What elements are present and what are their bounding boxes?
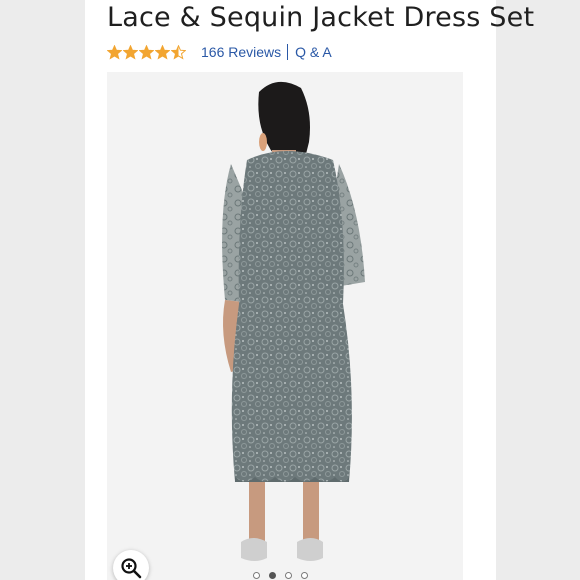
model-photo: [222, 81, 365, 561]
product-image[interactable]: [107, 72, 463, 580]
star-icon: [171, 44, 186, 59]
carousel-dots: [253, 572, 317, 579]
carousel-dot[interactable]: [301, 572, 308, 579]
star-icon: [155, 44, 170, 59]
star-icon: [123, 44, 138, 59]
carousel-dot[interactable]: [253, 572, 260, 579]
carousel-dot[interactable]: [285, 572, 292, 579]
product-title: Lace & Sequin Jacket Dress Set: [107, 2, 535, 33]
divider: [287, 44, 289, 60]
carousel-dot[interactable]: [269, 572, 276, 579]
qa-link[interactable]: Q & A: [295, 44, 332, 60]
rating-row: 166 Reviews Q & A: [107, 42, 332, 62]
star-icon: [139, 44, 154, 59]
reviews-link[interactable]: 166 Reviews: [201, 44, 281, 60]
star-rating[interactable]: [107, 44, 187, 60]
zoom-in-icon: [121, 558, 142, 579]
zoom-button[interactable]: [113, 550, 149, 580]
product-card: Lace & Sequin Jacket Dress Set 166 Revie…: [85, 0, 534, 580]
star-icon: [107, 44, 122, 59]
